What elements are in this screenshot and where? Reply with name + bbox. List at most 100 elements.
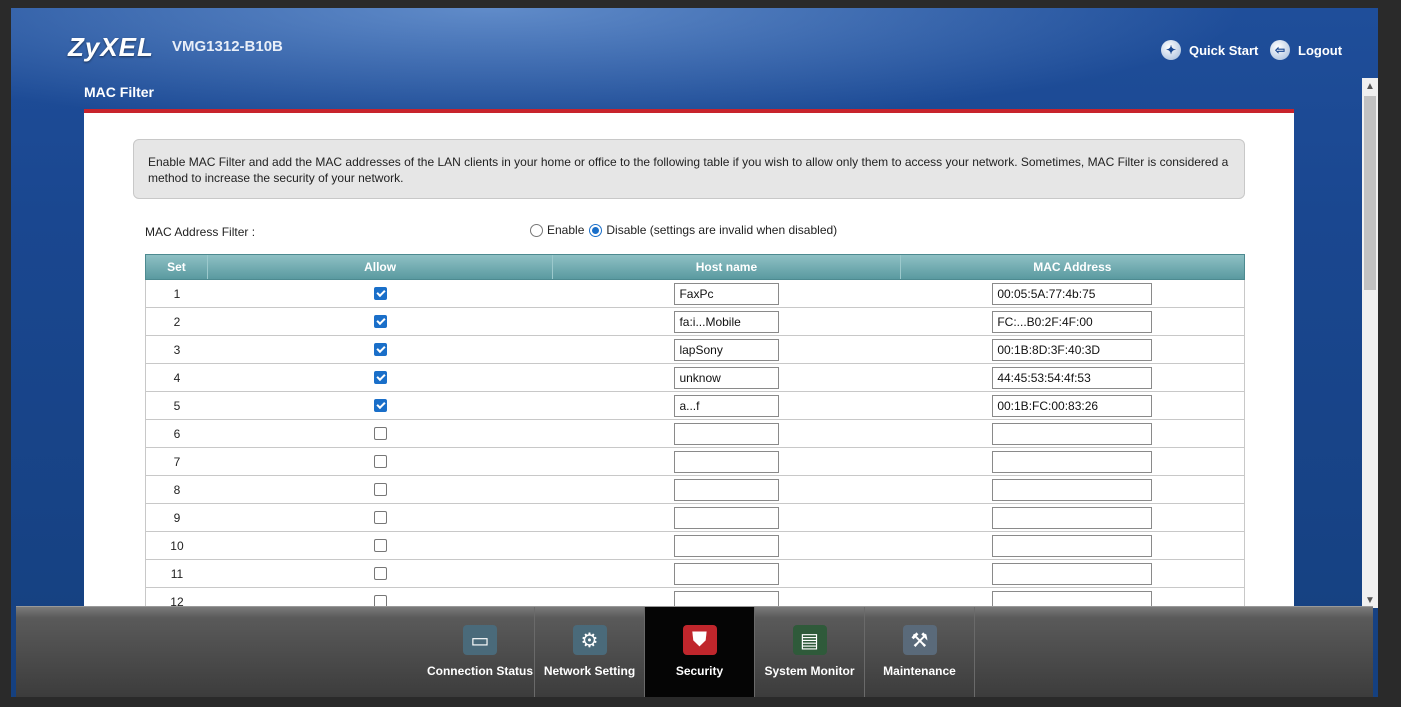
wizard-icon: ✦ — [1161, 40, 1181, 60]
set-number: 1 — [173, 286, 181, 301]
allow-cell — [208, 308, 553, 335]
host-name-input[interactable] — [674, 506, 780, 529]
disable-radio[interactable] — [589, 223, 603, 237]
table-row: 2 fa:i...Mobile FC:...B0:2F:4F:00 — [145, 308, 1245, 336]
zyxel-logo: ZyXEL — [68, 32, 154, 62]
mac-address-input[interactable] — [992, 506, 1153, 529]
allow-cell — [208, 448, 553, 475]
allow-checkbox[interactable] — [374, 427, 388, 440]
disable-radio-label: Disable (settings are invalid when disab… — [606, 223, 838, 237]
table-row: 1 FaxPc 00:05:5A:77:4b:75 — [145, 280, 1245, 308]
allow-cell — [208, 560, 553, 587]
allow-cell — [208, 336, 553, 363]
mac-cell — [901, 420, 1244, 447]
allow-checkbox[interactable] — [374, 567, 388, 580]
nav-network-setting[interactable]: ⚙ Network Setting — [535, 607, 645, 697]
mac-address-input[interactable] — [992, 450, 1153, 473]
host-name-input[interactable] — [674, 534, 780, 557]
allow-checkbox[interactable] — [374, 371, 388, 384]
scrollbar-thumb[interactable] — [1364, 96, 1376, 290]
chart-icon: ▤ — [792, 625, 827, 655]
mac-address-input[interactable]: 00:1B:8D:3F:40:3D — [992, 338, 1153, 361]
tools-icon: ⚒ — [902, 625, 937, 655]
host-cell: FaxPc — [553, 280, 900, 307]
allow-checkbox[interactable] — [374, 483, 388, 496]
table-row: 9 — [145, 504, 1245, 532]
mac-address-input[interactable] — [992, 422, 1153, 445]
enable-radio[interactable] — [530, 223, 543, 237]
allow-checkbox[interactable] — [374, 399, 388, 412]
set-number: 10 — [170, 538, 184, 553]
allow-cell — [208, 476, 553, 503]
host-name-input[interactable] — [674, 478, 780, 501]
nav-connection-status[interactable]: ▭ Connection Status — [426, 607, 535, 697]
mac-cell — [901, 560, 1244, 587]
host-name-input[interactable]: unknow — [674, 366, 780, 389]
nav-system-monitor[interactable]: ▤ System Monitor — [755, 607, 865, 697]
allow-cell — [208, 532, 553, 559]
host-name-input[interactable]: FaxPc — [674, 282, 780, 305]
mac-cell: 00:1B:FC:00:83:26 — [901, 392, 1244, 419]
mac-address-input[interactable] — [992, 534, 1153, 557]
bottom-nav: ▭ Connection Status ⚙ Network Setting ⛊ Secur… — [16, 606, 1373, 697]
mac-cell — [901, 476, 1244, 503]
allow-checkbox[interactable] — [374, 539, 388, 552]
host-name-input[interactable]: lapSony — [674, 338, 780, 361]
page-title: MAC Filter — [84, 84, 154, 100]
allow-cell — [208, 364, 553, 391]
allow-checkbox[interactable] — [374, 287, 388, 300]
table-row: 6 — [145, 420, 1245, 448]
header-mac-address: MAC Address — [1033, 260, 1112, 274]
monitor-icon: ▭ — [463, 625, 497, 655]
mac-cell — [901, 448, 1244, 475]
host-cell — [553, 560, 900, 587]
shield-icon: ⛊ — [682, 625, 717, 655]
host-cell: lapSony — [553, 336, 900, 363]
host-cell — [553, 476, 900, 503]
allow-cell — [208, 280, 553, 307]
mac-address-input[interactable] — [992, 478, 1153, 501]
content-panel: Enable MAC Filter and add the MAC addres… — [84, 113, 1294, 616]
host-name-input[interactable] — [674, 450, 780, 473]
mac-address-input[interactable]: 00:1B:FC:00:83:26 — [992, 394, 1153, 417]
allow-checkbox[interactable] — [374, 455, 388, 468]
set-number: 3 — [173, 342, 181, 357]
mac-address-input[interactable]: 44:45:53:54:4f:53 — [992, 366, 1153, 389]
router-window: ZyXEL VMG1312-B10B ✦ Quick Start ⇦ Logou… — [11, 8, 1378, 697]
logout-link[interactable]: ⇦ Logout — [1270, 40, 1342, 60]
header-host-name: Host name — [553, 255, 901, 279]
mac-cell: 44:45:53:54:4f:53 — [901, 364, 1244, 391]
table-row: 7 — [145, 448, 1245, 476]
host-name-input[interactable]: a...f — [674, 394, 780, 417]
host-name-input[interactable] — [674, 422, 780, 445]
mac-cell — [901, 532, 1244, 559]
nav-maintenance[interactable]: ⚒ Maintenance — [865, 607, 975, 697]
gear-icon: ⚙ — [572, 625, 607, 655]
host-cell: fa:i...Mobile — [553, 308, 900, 335]
host-name-input[interactable] — [674, 562, 780, 585]
allow-cell — [208, 504, 553, 531]
mac-address-input[interactable] — [992, 562, 1153, 585]
set-number: 11 — [170, 566, 184, 581]
quick-start-label: Quick Start — [1189, 42, 1259, 58]
logout-icon: ⇦ — [1270, 40, 1290, 60]
vertical-scrollbar[interactable]: ▲ ▼ — [1362, 78, 1378, 608]
quick-start-link[interactable]: ✦ Quick Start — [1161, 40, 1258, 60]
enable-radio-label: Enable — [547, 223, 585, 237]
allow-checkbox[interactable] — [374, 315, 388, 328]
allow-checkbox[interactable] — [374, 343, 388, 356]
mac-filter-label: MAC Address Filter : — [145, 225, 256, 239]
allow-checkbox[interactable] — [374, 511, 388, 524]
table-row: 3 lapSony 00:1B:8D:3F:40:3D — [145, 336, 1245, 364]
mac-address-input[interactable]: 00:05:5A:77:4b:75 — [992, 282, 1153, 305]
host-cell — [553, 532, 900, 559]
table-row: 8 — [145, 476, 1245, 504]
mac-cell: 00:05:5A:77:4b:75 — [901, 280, 1244, 307]
mac-cell — [901, 504, 1244, 531]
nav-security[interactable]: ⛊ Security — [645, 607, 755, 697]
host-name-input[interactable]: fa:i...Mobile — [674, 310, 780, 333]
scroll-up-icon[interactable]: ▲ — [1362, 78, 1378, 94]
logout-label: Logout — [1298, 42, 1343, 58]
mac-address-input[interactable]: FC:...B0:2F:4F:00 — [992, 310, 1153, 333]
mac-filter-radio-group: Enable Disable (settings are invalid whe… — [530, 223, 837, 237]
